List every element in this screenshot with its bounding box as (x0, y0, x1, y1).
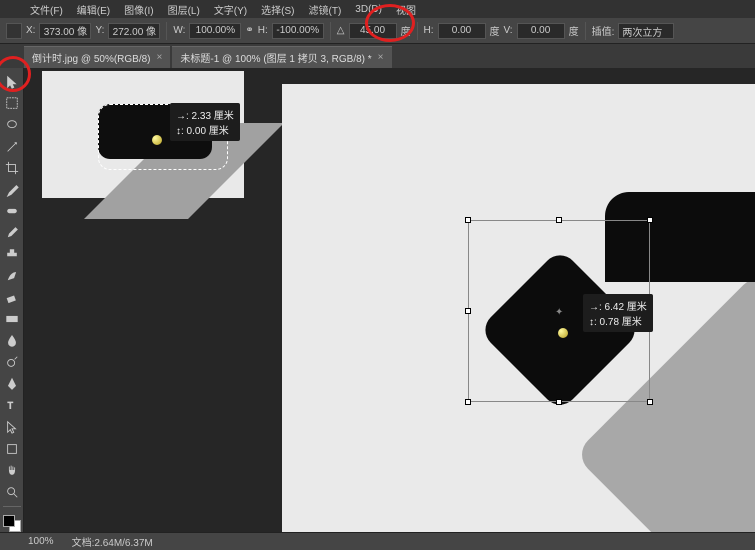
x-input[interactable] (39, 23, 91, 39)
tip-line1: →: 2.33 厘米 (176, 107, 234, 122)
handle-bot-mid[interactable] (556, 399, 562, 405)
close-icon[interactable]: × (378, 52, 384, 63)
interp-label: 插值: (592, 23, 615, 38)
vskew-label: V: (504, 25, 513, 36)
angle-input[interactable] (349, 23, 397, 39)
h-input[interactable] (272, 23, 324, 39)
tip-line２: ↕: 0.78 厘米 (589, 313, 647, 328)
wand-tool[interactable] (2, 137, 22, 157)
x-label: X: (26, 25, 35, 36)
marquee-tool[interactable] (2, 94, 22, 114)
zoom-tool[interactable] (2, 482, 22, 502)
lasso-tool[interactable] (2, 115, 22, 135)
cursor-icon (152, 135, 162, 145)
shape-tool[interactable] (2, 439, 22, 459)
vskew-input[interactable] (517, 23, 565, 39)
measurement-tooltip: →: 6.42 厘米 ↕: 0.78 厘米 (583, 294, 653, 332)
tip-line1: →: 6.42 厘米 (589, 298, 647, 313)
h-label: H: (258, 25, 268, 36)
main-document[interactable]: ✦ →: 6.42 厘米 ↕: 0.78 厘米 (282, 84, 755, 532)
interp-dropdown[interactable]: 两次立方 (618, 23, 674, 39)
tab-doc1[interactable]: 倒计时.jpg @ 50%(RGB/8) × (24, 46, 170, 68)
toolbox: T (0, 68, 24, 532)
measurement-tooltip: →: 2.33 厘米 ↕: 0.00 厘米 (170, 103, 240, 141)
menu-select[interactable]: 选择(S) (261, 2, 294, 17)
menu-view[interactable]: 视图 (396, 2, 416, 17)
handle-top-left[interactable] (465, 217, 471, 223)
tabbar: 倒计时.jpg @ 50%(RGB/8) × 未标题-1 @ 100% (图层 … (0, 44, 755, 68)
menu-image[interactable]: 图像(I) (124, 2, 153, 17)
angle-icon: △ (337, 25, 345, 36)
eraser-tool[interactable] (2, 288, 22, 308)
tip-line2: ↕: 0.00 厘米 (176, 122, 234, 137)
eyedropper-tool[interactable] (2, 180, 22, 200)
deg1: 度 (401, 23, 411, 38)
handle-mid-left[interactable] (465, 308, 471, 314)
thumbnail-document: →: 2.33 厘米 ↕: 0.00 厘米 (42, 71, 244, 198)
reference-point-icon[interactable] (6, 23, 22, 39)
deg3: 度 (569, 23, 579, 38)
menu-3d[interactable]: 3D(D) (355, 4, 382, 15)
options-bar: X: Y: W: ⚭ H: △ 度 H: 度 V: 度 插值: 两次立方 (0, 18, 755, 44)
hand-tool[interactable] (2, 460, 22, 480)
gradient-tool[interactable] (2, 309, 22, 329)
statusbar: 100% 文档:2.64M/6.37M (0, 532, 755, 550)
heal-tool[interactable] (2, 201, 22, 221)
svg-text:T: T (7, 401, 13, 411)
y-input[interactable] (108, 23, 160, 39)
menu-edit[interactable]: 编辑(E) (77, 2, 110, 17)
canvas-area[interactable]: →: 2.33 厘米 ↕: 0.00 厘米 ✦ (24, 68, 755, 532)
brush-tool[interactable] (2, 223, 22, 243)
w-label: W: (173, 25, 185, 36)
handle-bot-right[interactable] (647, 399, 653, 405)
path-tool[interactable] (2, 417, 22, 437)
menu-file[interactable]: 文件(F) (30, 2, 63, 17)
blur-tool[interactable] (2, 331, 22, 351)
handle-top-mid[interactable] (556, 217, 562, 223)
crop-tool[interactable] (2, 158, 22, 178)
handle-top-right[interactable] (647, 217, 653, 223)
menu-layer[interactable]: 图层(L) (168, 2, 200, 17)
hskew-input[interactable] (438, 23, 486, 39)
color-swatch[interactable] (3, 515, 21, 533)
center-point-icon: ✦ (555, 307, 563, 315)
menu-type[interactable]: 文字(Y) (214, 2, 247, 17)
doc-size: 文档:2.64M/6.37M (72, 534, 153, 549)
dodge-tool[interactable] (2, 353, 22, 373)
handle-bot-left[interactable] (465, 399, 471, 405)
menubar: 文件(F) 编辑(E) 图像(I) 图层(L) 文字(Y) 选择(S) 滤镜(T… (0, 0, 755, 18)
stamp-tool[interactable] (2, 245, 22, 265)
menu-filter[interactable]: 滤镜(T) (309, 2, 342, 17)
close-icon[interactable]: × (157, 52, 163, 63)
deg2: 度 (490, 23, 500, 38)
fg-color[interactable] (3, 515, 15, 527)
tab-label: 倒计时.jpg @ 50%(RGB/8) (32, 50, 151, 65)
zoom-level[interactable]: 100% (28, 536, 54, 547)
cursor-icon (558, 328, 568, 338)
w-input[interactable] (189, 23, 241, 39)
link-icon[interactable]: ⚭ (245, 25, 253, 36)
history-brush-tool[interactable] (2, 266, 22, 286)
y-label: Y: (95, 25, 104, 36)
tab-label: 未标题-1 @ 100% (图层 1 拷贝 3, RGB/8) * (180, 50, 371, 65)
pen-tool[interactable] (2, 374, 22, 394)
tab-doc2[interactable]: 未标题-1 @ 100% (图层 1 拷贝 3, RGB/8) * × (172, 46, 391, 68)
hskew-label: H: (424, 25, 434, 36)
move-tool[interactable] (2, 72, 22, 92)
type-tool[interactable]: T (2, 396, 22, 416)
